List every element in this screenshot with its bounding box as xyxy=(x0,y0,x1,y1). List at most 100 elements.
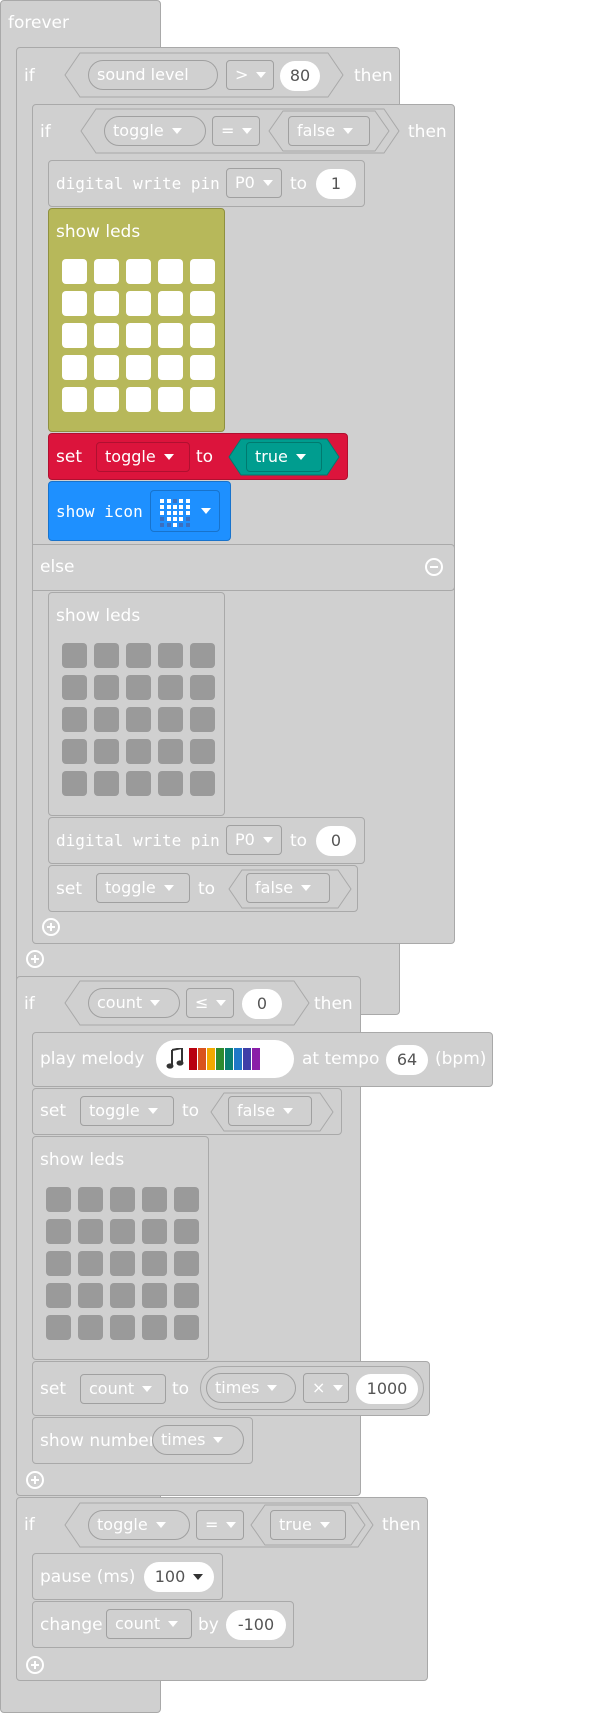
false-dropdown[interactable]: false xyxy=(246,873,330,903)
led[interactable] xyxy=(110,1219,135,1244)
led[interactable] xyxy=(190,771,215,796)
add-else-icon[interactable] xyxy=(42,918,60,936)
operator-dropdown[interactable]: = xyxy=(196,1510,244,1540)
threshold-input[interactable]: 80 xyxy=(280,61,320,91)
operator-dropdown[interactable]: = xyxy=(212,116,260,146)
led[interactable] xyxy=(158,387,183,412)
pin-dropdown[interactable]: P0 xyxy=(226,825,282,855)
toggle-variable-dropdown[interactable]: toggle xyxy=(96,873,190,903)
add-else-icon[interactable] xyxy=(26,1656,44,1674)
led[interactable] xyxy=(142,1283,167,1308)
operator-dropdown[interactable]: × xyxy=(303,1373,349,1403)
led[interactable] xyxy=(94,771,119,796)
led[interactable] xyxy=(158,675,183,700)
sound-level-reporter[interactable]: sound level xyxy=(88,60,218,90)
led[interactable] xyxy=(62,739,87,764)
led[interactable] xyxy=(62,355,87,380)
led[interactable] xyxy=(110,1283,135,1308)
led[interactable] xyxy=(158,259,183,284)
operator-dropdown[interactable]: > xyxy=(226,60,274,90)
led[interactable] xyxy=(158,771,183,796)
value-input[interactable]: 0 xyxy=(316,826,356,856)
led[interactable] xyxy=(158,323,183,348)
led[interactable] xyxy=(126,355,151,380)
led[interactable] xyxy=(94,259,119,284)
led[interactable] xyxy=(94,739,119,764)
operator-dropdown[interactable]: ≤ xyxy=(186,988,234,1018)
pin-dropdown[interactable]: P0 xyxy=(226,168,282,198)
toggle-variable[interactable]: toggle xyxy=(104,116,206,146)
else-bar[interactable] xyxy=(32,544,455,591)
led[interactable] xyxy=(126,771,151,796)
led[interactable] xyxy=(190,675,215,700)
led[interactable] xyxy=(174,1219,199,1244)
led[interactable] xyxy=(126,643,151,668)
led[interactable] xyxy=(174,1187,199,1212)
led[interactable] xyxy=(190,291,215,316)
led[interactable] xyxy=(190,323,215,348)
led[interactable] xyxy=(174,1315,199,1340)
led[interactable] xyxy=(142,1219,167,1244)
led[interactable] xyxy=(142,1315,167,1340)
led[interactable] xyxy=(110,1251,135,1276)
led[interactable] xyxy=(190,643,215,668)
count-variable[interactable]: count xyxy=(88,988,180,1018)
led[interactable] xyxy=(142,1187,167,1212)
led[interactable] xyxy=(94,707,119,732)
toggle-variable-dropdown[interactable]: toggle xyxy=(80,1096,174,1126)
false-dropdown[interactable]: false xyxy=(228,1096,312,1126)
add-else-icon[interactable] xyxy=(26,950,44,968)
icon-dropdown[interactable] xyxy=(150,490,220,532)
led[interactable] xyxy=(142,1251,167,1276)
led[interactable] xyxy=(190,355,215,380)
tempo-input[interactable]: 64 xyxy=(386,1045,428,1075)
led-grid[interactable] xyxy=(46,1187,199,1340)
count-variable-dropdown[interactable]: count xyxy=(106,1609,192,1639)
led[interactable] xyxy=(62,643,87,668)
add-else-icon[interactable] xyxy=(26,1471,44,1489)
count-variable-dropdown[interactable]: count xyxy=(80,1374,166,1404)
led[interactable] xyxy=(190,707,215,732)
led[interactable] xyxy=(126,291,151,316)
led[interactable] xyxy=(78,1315,103,1340)
led[interactable] xyxy=(158,707,183,732)
true-dropdown[interactable]: true xyxy=(246,442,322,472)
true-dropdown[interactable]: true xyxy=(270,1510,346,1540)
led[interactable] xyxy=(46,1315,71,1340)
led[interactable] xyxy=(62,323,87,348)
led[interactable] xyxy=(94,323,119,348)
times-variable[interactable]: times xyxy=(152,1425,244,1455)
toggle-variable-dropdown[interactable]: toggle xyxy=(96,442,190,472)
value-input[interactable]: 0 xyxy=(242,989,282,1019)
led-grid[interactable] xyxy=(62,643,215,796)
led[interactable] xyxy=(78,1283,103,1308)
led[interactable] xyxy=(174,1283,199,1308)
led[interactable] xyxy=(62,291,87,316)
led[interactable] xyxy=(94,291,119,316)
led[interactable] xyxy=(94,387,119,412)
led[interactable] xyxy=(126,707,151,732)
led[interactable] xyxy=(78,1219,103,1244)
led[interactable] xyxy=(46,1251,71,1276)
led[interactable] xyxy=(190,387,215,412)
led[interactable] xyxy=(190,739,215,764)
value-input[interactable]: 1000 xyxy=(356,1374,418,1404)
led[interactable] xyxy=(46,1187,71,1212)
led[interactable] xyxy=(126,387,151,412)
led[interactable] xyxy=(62,259,87,284)
led[interactable] xyxy=(78,1187,103,1212)
led[interactable] xyxy=(78,1251,103,1276)
led[interactable] xyxy=(62,707,87,732)
led[interactable] xyxy=(94,675,119,700)
melody-picker[interactable] xyxy=(156,1040,294,1078)
led[interactable] xyxy=(62,387,87,412)
led[interactable] xyxy=(126,675,151,700)
false-dropdown[interactable]: false xyxy=(288,116,370,146)
led[interactable] xyxy=(110,1187,135,1212)
toggle-variable[interactable]: toggle xyxy=(88,1510,190,1540)
led[interactable] xyxy=(62,771,87,796)
led[interactable] xyxy=(46,1219,71,1244)
led[interactable] xyxy=(62,675,87,700)
led[interactable] xyxy=(94,643,119,668)
led[interactable] xyxy=(158,355,183,380)
